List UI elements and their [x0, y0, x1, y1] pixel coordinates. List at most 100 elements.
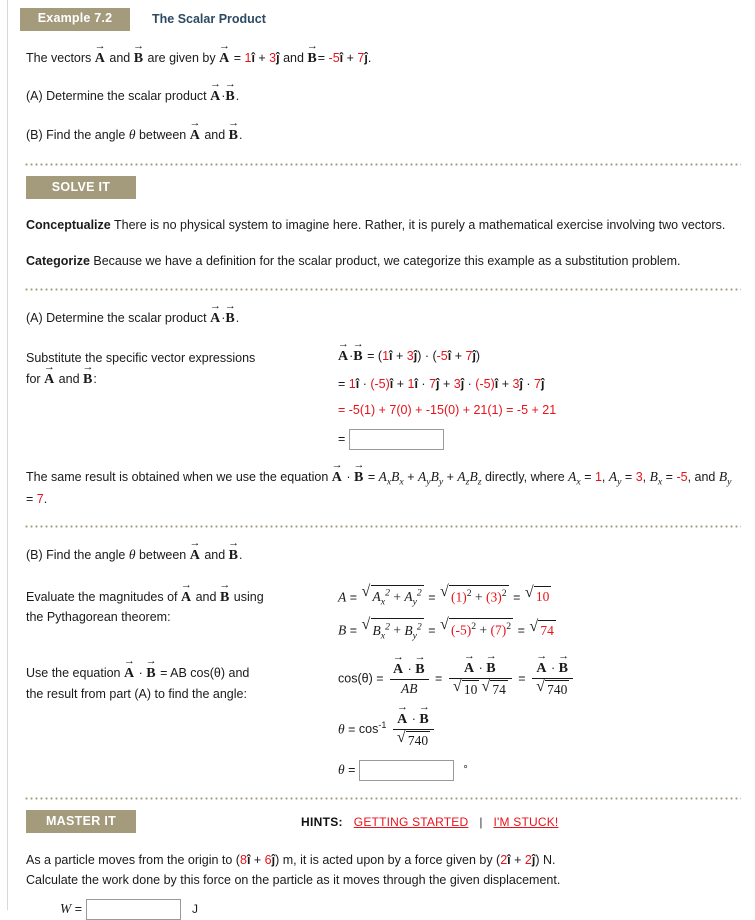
- categorize-lead: Categorize: [26, 254, 90, 269]
- part-b-heading-text-1: (B) Find the angle: [26, 547, 126, 562]
- fraction-ab-over-sqrt740: A · B √740: [392, 712, 435, 749]
- magnitude-a-equation: A = √ Ax2 + Ay2 = √ (1)2 + (3)2 = √ 10: [338, 582, 552, 608]
- j-hat-icon: ĵ: [472, 349, 476, 364]
- angle-text-3: the result from part (A) to find the ang…: [26, 686, 247, 701]
- section-divider: [24, 797, 741, 801]
- section-divider: [24, 524, 741, 528]
- note-bx-value: -5: [676, 469, 688, 484]
- problem-text-3: ) N.: [535, 853, 556, 868]
- section-divider: [24, 162, 741, 166]
- i-hat-icon: î: [507, 853, 511, 868]
- vector-b-symbol: B: [134, 51, 144, 66]
- section-divider: [24, 287, 741, 291]
- part-b-text-2: between: [138, 128, 187, 143]
- im-stuck-link[interactable]: I'M STUCK!: [493, 815, 558, 829]
- intro-given-vectors: The vectors A and B are given by A = 1î …: [26, 48, 741, 70]
- conceptualize-lead: Conceptualize: [26, 217, 111, 232]
- i-hat-icon: î: [339, 50, 344, 65]
- j-hat-icon: ĵ: [436, 376, 440, 391]
- vector-a-symbol: A: [44, 372, 55, 387]
- vector-a-symbol: A: [190, 548, 201, 563]
- work-equals: =: [74, 902, 83, 917]
- part-a-answer-row: =: [338, 428, 741, 450]
- vector-b-symbol: B: [353, 349, 363, 364]
- vector-a-symbol: A: [181, 590, 192, 605]
- vector-a-symbol: A: [124, 666, 135, 681]
- question-part-b: (B) Find the angle θ between A and B.: [26, 125, 741, 147]
- a-x-value: 1: [382, 349, 390, 364]
- part-a-answer-input[interactable]: [348, 428, 444, 450]
- j-hat-icon: ĵ: [276, 50, 280, 65]
- part-b-angle-math: cos(θ) = A · B AB = A · B √10√74 = A · B…: [336, 661, 741, 782]
- colon: :: [93, 371, 97, 386]
- master-it-badge: MASTER IT: [26, 810, 136, 834]
- fraction-ab-over-sqrt10-sqrt74: A · B √10√74: [448, 661, 512, 698]
- theta-arccos-equation: θ = cos-1 A · B √740: [338, 712, 741, 749]
- arccos-label: cos-1: [358, 720, 387, 737]
- theta-symbol: θ: [338, 762, 345, 778]
- i-hat-icon: î: [355, 376, 360, 391]
- vector-b-symbol: B: [146, 666, 156, 681]
- mag-a-y: 3: [490, 589, 498, 605]
- part-b-heading: (B) Find the angle θ between A and B.: [26, 545, 741, 567]
- magnitudes-text-3: using: [233, 589, 264, 604]
- fraction-ab-over-sqrt740: A · B √740: [532, 661, 574, 698]
- part-b-magnitudes-step: Evaluate the magnitudes of A and B using…: [26, 582, 741, 644]
- vector-a-symbol: A: [190, 128, 201, 143]
- work-unit: J: [192, 902, 199, 917]
- mag-b-y: 7: [494, 622, 502, 638]
- den-10: 10: [461, 680, 480, 698]
- magnitudes-text-2: and: [195, 589, 217, 604]
- i-hat-icon: î: [494, 376, 499, 391]
- vector-a-symbol: A: [210, 311, 221, 326]
- theta-symbol: θ: [338, 721, 345, 737]
- part-a-step: Substitute the specific vector expressio…: [26, 347, 741, 450]
- fraction-ab-over-AB: A · B AB: [389, 662, 429, 697]
- vector-b-symbol: B: [225, 311, 235, 326]
- master-it-problem: As a particle moves from the origin to (…: [26, 853, 561, 888]
- part-b-angle-step: Use the equation A · B = AB cos(θ) and t…: [26, 661, 741, 782]
- getting-started-link[interactable]: GETTING STARTED: [354, 815, 469, 829]
- degree-symbol: °: [463, 764, 468, 777]
- magnitude-b-equation: B = √ Bx2 + By2 = √ (-5)2 + (7)2 = √ 74: [338, 616, 556, 642]
- categorize-paragraph: Categorize Because we have a definition …: [26, 252, 741, 271]
- vector-a-symbol: A: [219, 51, 230, 66]
- angle-text-2: = AB cos(θ) and: [160, 666, 250, 681]
- note-ax-value: 1: [594, 469, 602, 484]
- j-hat-icon: ĵ: [540, 376, 545, 391]
- note-text-2: directly, where: [484, 469, 565, 484]
- j-hat-icon: ĵ: [413, 349, 418, 364]
- part-b-magnitude-math: A = √ Ax2 + Ay2 = √ (1)2 + (3)2 = √ 10 B = …: [336, 582, 741, 644]
- example-number-badge: Example 7.2: [20, 8, 130, 31]
- hints-separator: |: [479, 814, 483, 829]
- mag-b-result: 74: [538, 619, 556, 641]
- i-hat-icon: î: [414, 376, 418, 391]
- note-and: and: [694, 469, 716, 484]
- part-a-instruction-line1: Substitute the specific vector expressio…: [26, 351, 256, 366]
- theta-symbol: θ: [128, 546, 136, 562]
- part-a-equation-3: = -5(1) + 7(0) + -15(0) + 21(1) = -5 + 2…: [338, 403, 557, 418]
- vector-a-symbol: A: [464, 661, 475, 676]
- i-hat-icon: î: [251, 50, 255, 65]
- j-hat-icon: ĵ: [364, 50, 368, 65]
- vector-b-symbol: B: [229, 548, 239, 563]
- categorize-text: Because we have a definition for the sca…: [93, 254, 681, 269]
- vector-a-symbol: A: [338, 349, 349, 364]
- example-page: Example 7.2 The Scalar Product The vecto…: [0, 0, 755, 920]
- denominator-740: √ 740: [532, 678, 574, 698]
- part-a-equation-2: = 1î · (-5)î + 1î · 7ĵ + 3ĵ · (-5)î + 3ĵ…: [338, 376, 545, 391]
- denominator-roots: √ 10 √ 74: [448, 678, 512, 698]
- b-x-value: -5: [436, 349, 448, 364]
- a-y-value: 3: [406, 349, 414, 364]
- disp-x-value: 8: [239, 853, 247, 868]
- magnitudes-text-4: the Pythagorean theorem:: [26, 610, 171, 625]
- equals-sign: =: [338, 431, 346, 446]
- theta-answer-input[interactable]: [358, 760, 454, 782]
- vector-a-symbol: A: [393, 662, 404, 677]
- part-a-note: The same result is obtained when we use …: [26, 467, 741, 509]
- part-b-text-1: (B) Find the angle: [26, 128, 126, 143]
- conceptualize-paragraph: Conceptualize There is no physical syste…: [26, 216, 741, 235]
- part-a-heading-text: (A) Determine the scalar product: [26, 310, 207, 325]
- vector-b-symbol: B: [415, 662, 425, 677]
- i-hat-icon: î: [389, 349, 393, 364]
